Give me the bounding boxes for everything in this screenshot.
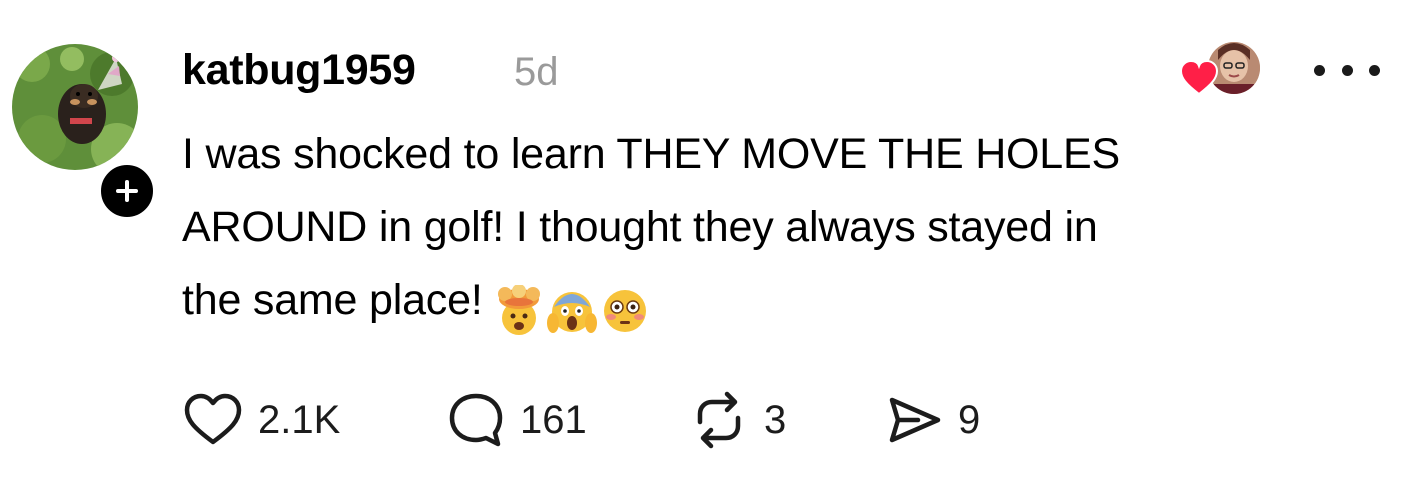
like-button[interactable]: 2.1K [182,390,340,450]
paper-plane-icon [889,397,941,443]
post-text-line: AROUND in golf! I thought they always st… [182,203,1098,251]
author-avatar-container[interactable] [12,44,158,222]
repost-button[interactable]: 3 [688,390,786,450]
username[interactable]: katbug1959 [182,42,416,98]
repost-count: 3 [764,398,787,442]
face-screaming-in-fear-icon [546,291,597,333]
thread-post: katbug1959 5d I was shocked to learn THE… [0,0,1408,486]
reply-button[interactable]: 161 [446,390,587,450]
plus-icon [116,180,138,202]
more-dots-icon [1314,64,1380,76]
more-options-button[interactable] [1314,56,1380,84]
post-text-line: the same place! [182,276,483,324]
share-count: 9 [958,398,981,442]
flushed-face-icon [603,289,646,332]
post-body: I was shocked to learn THEY MOVE THE HOL… [182,118,1362,345]
speech-bubble-icon [449,393,503,447]
like-count: 2.1K [258,398,341,442]
red-heart-icon [1180,60,1218,96]
liked-by-indicator[interactable] [1180,42,1262,98]
post-timestamp: 5d [514,50,559,94]
follow-button[interactable] [96,160,158,222]
avatar[interactable] [12,44,138,170]
share-button[interactable]: 9 [884,390,980,450]
repost-arrows-icon [697,391,741,449]
emoji-group [493,272,652,345]
exploding-head-icon [497,283,540,335]
post-text-line: I was shocked to learn THEY MOVE THE HOL… [182,130,1120,178]
reply-count: 161 [520,398,587,442]
heart-outline-icon [184,393,242,445]
